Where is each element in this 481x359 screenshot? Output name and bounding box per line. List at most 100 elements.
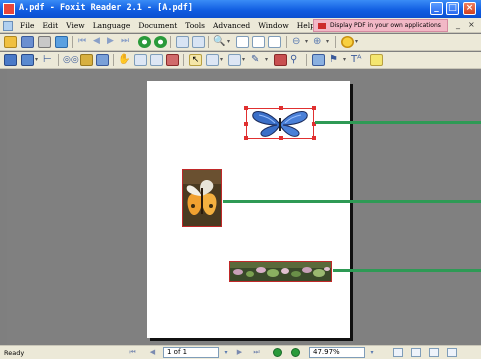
first-page-icon[interactable]: ⏮: [78, 36, 91, 48]
image-butterfly-blue[interactable]: [244, 106, 316, 140]
actual-size-icon[interactable]: [236, 36, 249, 48]
bookmark-icon[interactable]: [4, 54, 17, 66]
rotate-right-icon[interactable]: [192, 36, 205, 48]
split-view-icon[interactable]: ⊢: [43, 54, 56, 66]
rectangle-tool-icon[interactable]: [228, 54, 241, 66]
continuous-facing-view-icon[interactable]: [447, 348, 457, 357]
close-button[interactable]: ×: [463, 2, 476, 15]
menu-document[interactable]: Document: [134, 20, 181, 31]
fit-width-icon[interactable]: [268, 36, 281, 48]
chevron-down-icon[interactable]: ▾: [326, 36, 331, 48]
comment-icon[interactable]: [370, 54, 383, 66]
status-bar: Ready ⏮ ◀ 1 of 1 ▾ ▶ ⏭ 47.97% ▾: [0, 345, 481, 359]
selection-handle[interactable]: [244, 136, 248, 140]
pencil-icon[interactable]: ✎: [251, 54, 264, 66]
go-forward-icon[interactable]: [154, 36, 167, 48]
app-icon[interactable]: [3, 3, 15, 15]
menu-advanced[interactable]: Advanced: [209, 20, 254, 31]
doc-minimize-button[interactable]: _: [456, 20, 460, 29]
last-page-icon[interactable]: ⏭: [121, 36, 134, 48]
last-page-icon[interactable]: ⏭: [252, 348, 261, 357]
selection-handle[interactable]: [279, 106, 283, 110]
prev-page-icon[interactable]: ◀: [148, 348, 157, 357]
highlight-icon[interactable]: ⚑: [329, 54, 342, 66]
selection-handle[interactable]: [312, 136, 316, 140]
chevron-down-icon[interactable]: ▾: [355, 36, 360, 48]
connector-line: [350, 269, 481, 272]
promo-banner[interactable]: Display PDF in your own applications: [313, 19, 448, 32]
image-icon[interactable]: [80, 54, 93, 66]
chevron-down-icon[interactable]: ▾: [35, 54, 40, 66]
selection-handle[interactable]: [244, 106, 248, 110]
connector-line: [333, 269, 350, 272]
toolbar-separator: [286, 36, 287, 48]
hand-tool-icon[interactable]: ✋: [118, 54, 131, 66]
image-butterfly-orange[interactable]: [182, 169, 222, 227]
selection-handle[interactable]: [244, 122, 248, 126]
promo-text: Display PDF in your own applications: [330, 22, 441, 29]
selection-handle[interactable]: [279, 136, 283, 140]
open-icon[interactable]: [4, 36, 17, 48]
menu-language[interactable]: Language: [89, 20, 135, 31]
snapshot-icon[interactable]: [150, 54, 163, 66]
zoom-in-icon[interactable]: ⊕: [313, 36, 326, 48]
menu-window[interactable]: Window: [254, 20, 293, 31]
toolbar-separator: [170, 36, 171, 48]
save-icon[interactable]: [21, 36, 34, 48]
print-icon[interactable]: [38, 36, 51, 48]
chevron-down-icon[interactable]: ▾: [343, 54, 348, 66]
go-back-icon[interactable]: [273, 348, 282, 357]
zoom-icon[interactable]: 🔍: [213, 36, 226, 48]
toolbar-separator: [208, 36, 209, 48]
text-tool-icon[interactable]: Tᴬ: [351, 54, 364, 66]
binoculars-icon[interactable]: ◎◎: [63, 54, 79, 66]
chevron-down-icon[interactable]: ▾: [265, 54, 270, 66]
note-icon[interactable]: [206, 54, 219, 66]
pdf-page[interactable]: [147, 81, 350, 338]
zoom-out-icon[interactable]: ⊖: [292, 36, 305, 48]
facing-view-icon[interactable]: [429, 348, 439, 357]
selection-handle[interactable]: [312, 106, 316, 110]
doc-close-button[interactable]: ×: [468, 20, 475, 29]
text-select-icon[interactable]: [134, 54, 147, 66]
go-back-icon[interactable]: [138, 36, 151, 48]
maximize-button[interactable]: □: [446, 2, 459, 15]
next-page-icon[interactable]: ▶: [235, 348, 244, 357]
image-flower-strip[interactable]: [229, 261, 332, 282]
menu-edit[interactable]: Edit: [38, 20, 62, 31]
continuous-view-icon[interactable]: [411, 348, 421, 357]
measure-icon[interactable]: [312, 54, 325, 66]
prev-page-icon[interactable]: ◀: [93, 36, 106, 48]
minimize-button[interactable]: _: [430, 2, 443, 15]
next-page-icon[interactable]: ▶: [107, 36, 120, 48]
chevron-down-icon[interactable]: ▾: [305, 36, 310, 48]
menu-tools[interactable]: Tools: [181, 20, 209, 31]
form-icon[interactable]: [96, 54, 109, 66]
toolbar-tools: ▾ ⊢ ◎◎ ✋ ↖ ▾ ▾ ✎ ▾ ⚲ ⚑ ▾ Tᴬ: [0, 52, 481, 69]
menu-view[interactable]: View: [62, 20, 89, 31]
stamp-icon[interactable]: [274, 54, 287, 66]
fit-page-icon[interactable]: [252, 36, 265, 48]
select-pointer-icon[interactable]: ↖: [189, 54, 202, 66]
single-page-view-icon[interactable]: [393, 348, 403, 357]
rotate-left-icon[interactable]: [176, 36, 189, 48]
window-title: A.pdf - Foxit Reader 2.1 - [A.pdf]: [19, 3, 193, 13]
typewriter-icon[interactable]: [166, 54, 179, 66]
document-viewport[interactable]: [7, 70, 481, 345]
smiley-icon[interactable]: [341, 36, 354, 48]
toolbar-separator: [183, 54, 184, 66]
chevron-down-icon[interactable]: ▾: [221, 348, 231, 357]
go-forward-icon[interactable]: [291, 348, 300, 357]
chevron-down-icon[interactable]: ▾: [220, 54, 225, 66]
pages-panel-icon[interactable]: [21, 54, 34, 66]
email-icon[interactable]: [55, 36, 68, 48]
chevron-down-icon[interactable]: ▾: [227, 36, 232, 48]
page-number-field[interactable]: 1 of 1: [163, 347, 219, 358]
zoom-level-field[interactable]: 47.97%: [309, 347, 365, 358]
connector-line: [223, 200, 350, 203]
menu-file[interactable]: File: [16, 20, 38, 31]
chevron-down-icon[interactable]: ▾: [367, 348, 377, 357]
search-icon[interactable]: ⚲: [290, 54, 303, 66]
chevron-down-icon[interactable]: ▾: [242, 54, 247, 66]
first-page-icon[interactable]: ⏮: [128, 348, 137, 357]
